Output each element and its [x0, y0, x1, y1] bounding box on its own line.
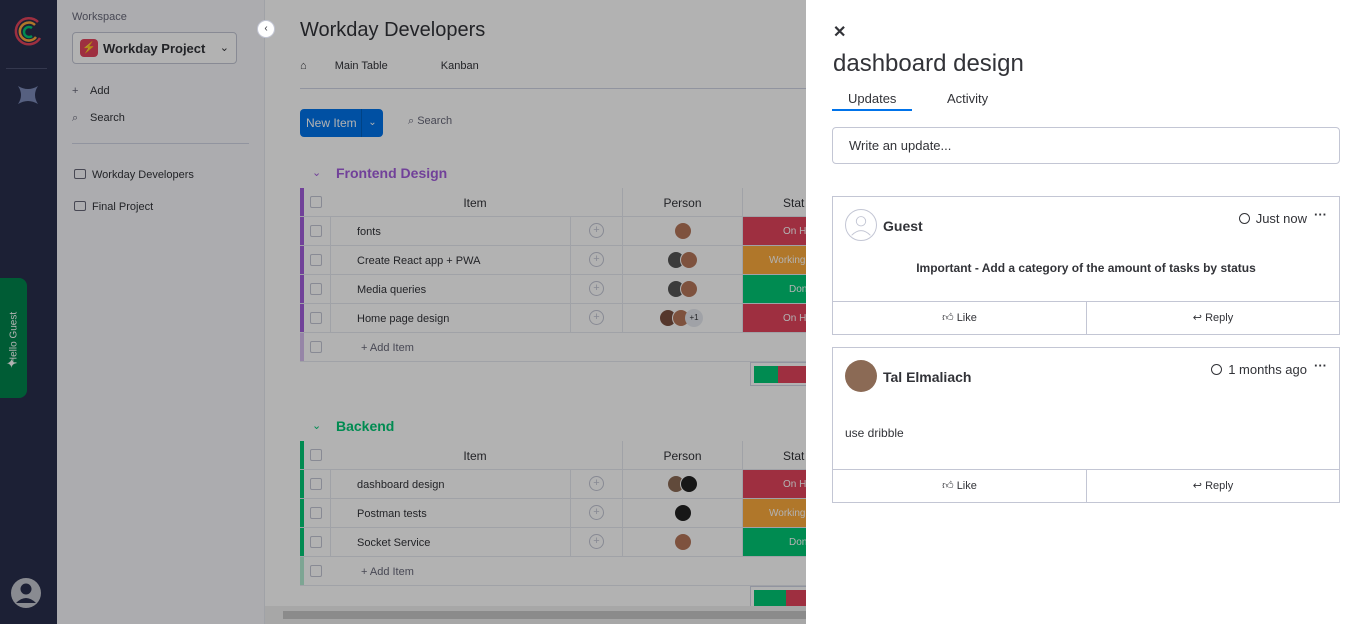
- write-update-input[interactable]: Write an update...: [832, 127, 1340, 164]
- update-body: Important - Add a category of the amount…: [916, 261, 1256, 275]
- update-author[interactable]: Tal Elmaliach: [883, 369, 971, 385]
- update-card: Tal Elmaliach 1 months ago ··· use dribb…: [832, 347, 1340, 503]
- thumbs-up-icon: 👍︎: [942, 480, 957, 492]
- tab-activity[interactable]: Activity: [947, 91, 988, 106]
- update-time-label: 1 months ago: [1228, 362, 1307, 377]
- reply-icon: ↩: [1192, 480, 1206, 492]
- update-time: Just now: [1238, 211, 1307, 226]
- update-actions: 👍︎ Like ↩ Reply: [833, 469, 1339, 503]
- update-time: 1 months ago: [1211, 362, 1307, 377]
- clock-icon: [1238, 213, 1250, 224]
- item-side-panel: ✕ dashboard design Updates Activity Writ…: [806, 0, 1366, 624]
- reply-button[interactable]: ↩ Reply: [1086, 302, 1339, 335]
- update-time-label: Just now: [1255, 211, 1307, 226]
- thumbs-up-icon: 👍︎: [942, 312, 957, 324]
- collapse-sidebar-button[interactable]: ‹: [257, 20, 275, 38]
- reply-button[interactable]: ↩ Reply: [1086, 470, 1339, 503]
- update-actions: 👍︎ Like ↩ Reply: [833, 301, 1339, 335]
- active-tab-indicator: [832, 109, 912, 111]
- like-button[interactable]: 👍︎ Like: [833, 302, 1086, 335]
- reply-label: Reply: [1205, 312, 1234, 324]
- tab-updates[interactable]: Updates: [848, 91, 896, 106]
- panel-title: dashboard design: [833, 50, 1024, 77]
- like-label: Like: [956, 312, 977, 324]
- like-label: Like: [956, 480, 977, 492]
- more-options-icon[interactable]: ···: [1314, 358, 1327, 373]
- tal-avatar-icon: [845, 360, 877, 392]
- more-options-icon[interactable]: ···: [1314, 207, 1327, 222]
- update-author[interactable]: Guest: [883, 218, 923, 234]
- update-body: use dribble: [845, 426, 904, 440]
- clock-icon: [1211, 364, 1223, 375]
- update-card: Guest Just now ··· Important - Add a cat…: [832, 196, 1340, 335]
- like-button[interactable]: 👍︎ Like: [833, 470, 1086, 503]
- reply-label: Reply: [1205, 480, 1234, 492]
- close-icon[interactable]: ✕: [833, 22, 846, 42]
- reply-icon: ↩: [1192, 312, 1206, 324]
- modal-overlay[interactable]: [0, 0, 806, 624]
- guest-avatar-icon: [845, 209, 877, 241]
- chevron-left-icon: ‹: [264, 23, 268, 34]
